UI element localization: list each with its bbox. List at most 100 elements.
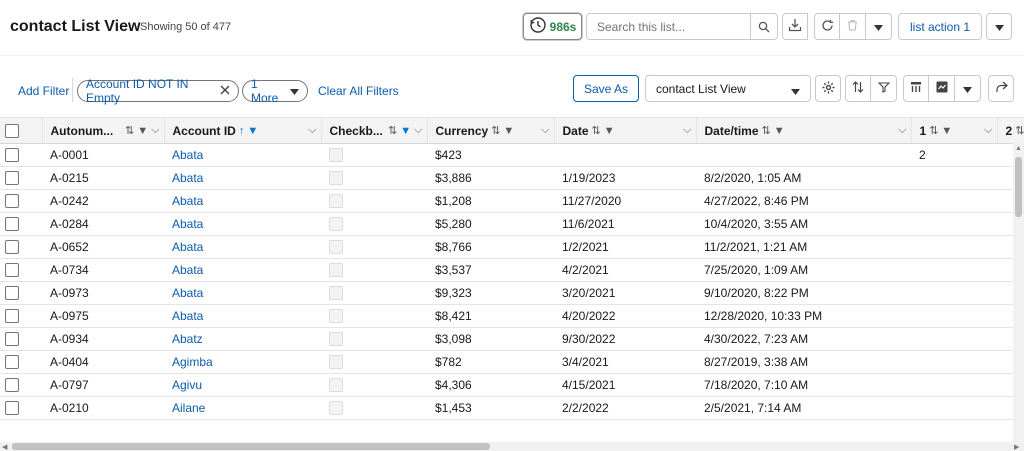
clock-refresh-icon — [529, 16, 547, 37]
download-button[interactable] — [782, 13, 808, 40]
column-header-account-id[interactable]: Account ID ↑ ▼ ⌵ — [164, 117, 322, 144]
filter-pill-more[interactable]: 1 More — [242, 77, 308, 105]
account-link[interactable]: Abata — [172, 309, 203, 323]
sort-icon[interactable]: ⇅ — [491, 124, 500, 137]
filter-stack-button[interactable] — [871, 75, 897, 102]
sort-icon[interactable]: ⇅ — [1015, 124, 1024, 137]
column-header-autonumber[interactable]: Autonum... ⇅ ▼ ⌵ — [42, 117, 165, 144]
table-row[interactable]: A-0284 Abata $5,280 11/6/2021 10/4/2020, 3:5… — [0, 212, 1024, 236]
row-checkbox[interactable] — [5, 171, 19, 186]
filter-icon[interactable]: ▼ — [503, 125, 514, 137]
search-icon[interactable] — [750, 14, 777, 39]
share-button[interactable] — [988, 75, 1014, 102]
chevron-down-icon[interactable]: ⌵ — [308, 124, 316, 137]
row-checkbox[interactable] — [5, 194, 19, 209]
select-all-checkbox[interactable] — [5, 123, 19, 138]
sort-icon[interactable]: ⇅ — [762, 124, 771, 137]
row-checkbox[interactable] — [5, 240, 19, 255]
column-header-2[interactable]: 2 ⇅ — [997, 117, 1024, 144]
vertical-scroll-thumb[interactable] — [1015, 157, 1022, 217]
filter-icon[interactable]: ▼ — [604, 125, 615, 137]
filter-active-icon[interactable]: ▼ — [400, 125, 411, 137]
table-row[interactable]: A-0210 Ailane $1,453 2/2/2022 2/5/2021, 7:14… — [0, 396, 1024, 420]
scroll-right-icon[interactable]: ▶ — [1014, 443, 1019, 451]
refresh-button[interactable] — [814, 13, 840, 40]
view-mode-menu-button[interactable] — [955, 75, 981, 102]
row-checkbox[interactable] — [5, 332, 19, 347]
table-row[interactable]: A-0652 Abata $8,766 1/2/2021 11/2/2021, 1:21… — [0, 235, 1024, 259]
table-row[interactable]: A-0973 Abata $9,323 3/20/2021 9/10/2020, 8:2… — [0, 281, 1024, 305]
account-link[interactable]: Abata — [172, 194, 203, 208]
scroll-up-icon[interactable]: ▲ — [1015, 145, 1022, 152]
sort-ascending-icon[interactable]: ↑ — [239, 125, 245, 137]
horizontal-scrollbar[interactable]: ◀ ▶ — [0, 442, 1024, 451]
column-header-datetime[interactable]: Date/time ⇅ ▼ ⌵ — [696, 117, 912, 144]
table-row[interactable]: A-0404 Agimba $782 3/4/2021 8/27/2019, 3:38 … — [0, 350, 1024, 374]
chevron-down-icon[interactable]: ⌵ — [984, 124, 992, 137]
scroll-left-icon[interactable]: ◀ — [2, 443, 7, 451]
chevron-down-icon[interactable]: ⌵ — [898, 124, 906, 137]
column-header-checkbox[interactable]: Checkb... ⇅ ▼ ⌵ — [321, 117, 428, 144]
search-input[interactable] — [587, 19, 747, 34]
account-link[interactable]: Abatz — [172, 332, 203, 346]
filter-icon[interactable]: ▼ — [137, 125, 148, 137]
column-header-date[interactable]: Date ⇅ ▼ ⌵ — [554, 117, 697, 144]
row-checkbox[interactable] — [5, 355, 19, 370]
chevron-down-icon[interactable]: ⌵ — [683, 124, 691, 137]
save-as-button[interactable]: Save As — [573, 75, 639, 102]
column-header-currency[interactable]: Currency ⇅ ▼ ⌵ — [427, 117, 555, 144]
refresh-timer-button[interactable]: 986s — [523, 13, 582, 40]
close-icon[interactable] — [220, 84, 230, 98]
table-view-button[interactable] — [903, 75, 929, 102]
table-row[interactable]: A-0242 Abata $1,208 11/27/2020 4/27/2022, 8:… — [0, 189, 1024, 213]
filter-pill-account-id[interactable]: Account ID NOT IN Empty — [77, 77, 239, 105]
chevron-down-icon[interactable]: ⌵ — [414, 124, 422, 137]
sort-button[interactable] — [845, 75, 871, 102]
horizontal-scroll-thumb[interactable] — [12, 443, 490, 450]
filter-icon[interactable]: ▼ — [941, 125, 952, 137]
row-checkbox[interactable] — [5, 286, 19, 301]
chevron-down-icon[interactable]: ⌵ — [541, 124, 549, 137]
table-row[interactable]: A-0934 Abatz $3,098 9/30/2022 4/30/2022, 7:2… — [0, 327, 1024, 351]
account-link[interactable]: Abata — [172, 148, 203, 162]
table-row[interactable]: A-0734 Abata $3,537 4/2/2021 7/25/2020, 1:09… — [0, 258, 1024, 282]
sort-icon[interactable]: ⇅ — [929, 124, 938, 137]
add-filter-link[interactable]: Add Filter — [18, 84, 69, 98]
chevron-down-icon[interactable]: ⌵ — [151, 124, 159, 137]
more-actions-button[interactable] — [866, 13, 892, 40]
chart-view-button[interactable] — [929, 75, 955, 102]
table-row[interactable]: A-0001 Abata $423 2 — [0, 143, 1024, 167]
row-checkbox[interactable] — [5, 148, 19, 163]
account-link[interactable]: Abata — [172, 217, 203, 231]
row-checkbox[interactable] — [5, 309, 19, 324]
row-checkbox[interactable] — [5, 378, 19, 393]
filter-icon[interactable]: ▼ — [774, 125, 785, 137]
sort-icon[interactable]: ⇅ — [388, 124, 397, 137]
vertical-scrollbar[interactable]: ▲ — [1013, 143, 1024, 442]
clear-all-filters-link[interactable]: Clear All Filters — [318, 84, 399, 98]
filter-active-icon[interactable]: ▼ — [247, 125, 258, 137]
table-row[interactable]: A-0975 Abata $8,421 4/20/2022 12/28/2020, 10… — [0, 304, 1024, 328]
table-row[interactable]: A-0797 Agivu $4,306 4/15/2021 7/18/2020, 7:1… — [0, 373, 1024, 397]
list-action-button[interactable]: list action 1 — [898, 13, 982, 40]
view-select[interactable]: contact List View — [645, 75, 811, 102]
account-link[interactable]: Agivu — [172, 378, 202, 392]
row-checkbox[interactable] — [5, 401, 19, 416]
account-link[interactable]: Agimba — [172, 355, 213, 369]
cell-account-id: Abata — [164, 235, 321, 259]
row-checkbox[interactable] — [5, 217, 19, 232]
sort-icon[interactable]: ⇅ — [125, 124, 134, 137]
list-action-menu-button[interactable] — [986, 13, 1012, 40]
settings-button[interactable] — [815, 75, 841, 102]
table-row[interactable]: A-0215 Abata $3,886 1/19/2023 8/2/2020, 1:05… — [0, 166, 1024, 190]
account-link[interactable]: Abata — [172, 286, 203, 300]
column-header-1[interactable]: 1 ⇅ ▼ ⌵ — [911, 117, 998, 144]
account-link[interactable]: Abata — [172, 171, 203, 185]
account-link[interactable]: Abata — [172, 240, 203, 254]
delete-button[interactable] — [840, 13, 866, 40]
search-box[interactable] — [586, 13, 778, 40]
account-link[interactable]: Abata — [172, 263, 203, 277]
row-checkbox[interactable] — [5, 263, 19, 278]
account-link[interactable]: Ailane — [172, 401, 205, 415]
sort-icon[interactable]: ⇅ — [592, 124, 601, 137]
